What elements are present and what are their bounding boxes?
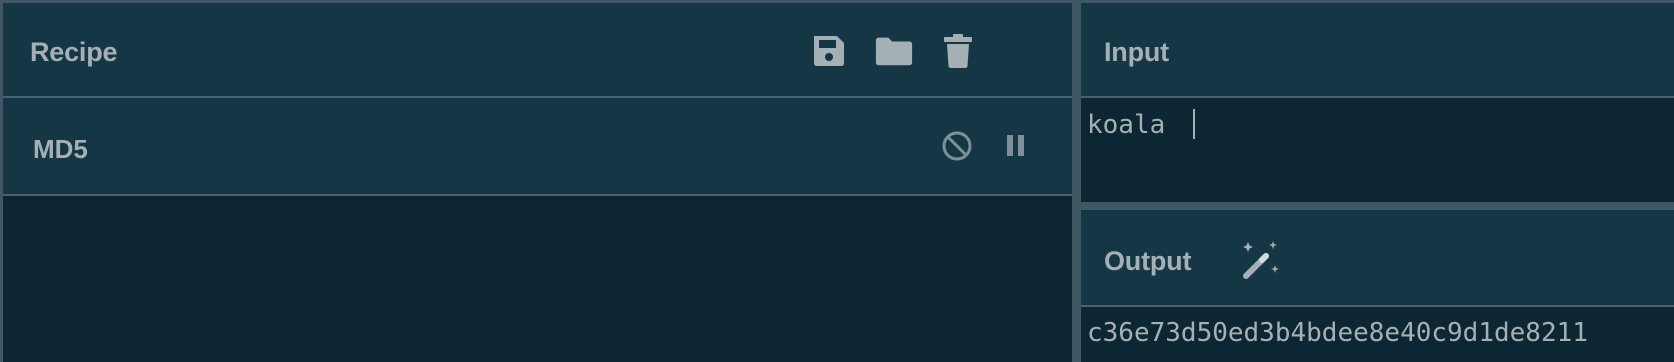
- input-value: koala: [1087, 110, 1181, 140]
- folder-icon[interactable]: [874, 31, 914, 71]
- input-title: Input: [1104, 37, 1169, 67]
- input-panel: Input koala: [1081, 3, 1674, 202]
- recipe-operation[interactable]: MD5: [3, 98, 1072, 196]
- output-value: c36e73d50ed3b4bdee8e40c9d1de8211: [1087, 318, 1588, 348]
- save-icon[interactable]: [809, 31, 849, 71]
- disable-icon[interactable]: [939, 128, 975, 164]
- input-header: Input: [1081, 3, 1674, 98]
- magic-wand-icon[interactable]: [1238, 238, 1282, 282]
- output-header: Output: [1081, 210, 1674, 307]
- recipe-title: Recipe: [30, 37, 118, 67]
- trash-icon[interactable]: [938, 31, 978, 71]
- recipe-header: Recipe: [3, 3, 1072, 98]
- output-panel: Output c36e73d50ed3b4bdee8e40c9d1de8211: [1081, 210, 1674, 362]
- app-root: Recipe MD5 Input koala Output c36e73d50e…: [0, 0, 1674, 362]
- operation-name: MD5: [33, 134, 88, 164]
- output-title: Output: [1104, 246, 1192, 276]
- input-textarea[interactable]: koala: [1081, 98, 1674, 202]
- recipe-panel: Recipe MD5: [3, 3, 1072, 362]
- text-cursor: [1192, 108, 1195, 139]
- pause-icon[interactable]: [998, 128, 1034, 164]
